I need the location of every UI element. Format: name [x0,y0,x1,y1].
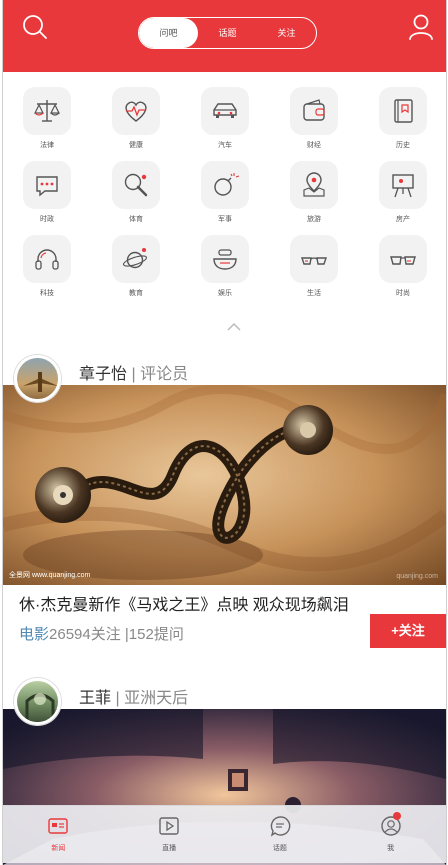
planet-icon [122,248,148,269]
news-icon [48,818,69,834]
category-label: 教育 [129,290,143,297]
category-jiaoyu[interactable]: 教育 [106,235,166,299]
sunglasses-icon [390,256,416,265]
chat-bubble-icon [36,176,58,197]
ping-pong-icon [124,173,148,197]
category-label: 汽车 [218,142,232,149]
category-label: 时政 [40,216,54,223]
tab-guanzhu[interactable]: 关注 [257,18,316,48]
follow-button[interactable]: +关注 [370,614,446,648]
tab-label: 新闻 [51,845,66,852]
tab-label: 我 [387,845,395,852]
category-label: 历史 [396,142,410,149]
tab-label: 话题 [272,845,287,852]
author-separator: | [131,366,136,383]
chevron-up-icon[interactable] [226,321,242,333]
image-watermark: 全景网 www.quanjing.com [9,572,91,579]
category-label: 健康 [129,142,143,149]
category-shenghuo[interactable]: 生活 [284,235,344,299]
scales-icon [34,100,60,122]
book-icon [394,99,413,123]
easel-icon [392,174,414,198]
post-questions: |152提问 [124,626,184,643]
category-jiankang[interactable]: 健康 [106,87,166,151]
category-falv[interactable]: 法律 [17,87,77,151]
bomb-icon [214,173,240,196]
author-separator: | [115,690,120,707]
author-role: 亚洲天后 [124,690,189,707]
headphones-icon [35,249,59,270]
category-lishi[interactable]: 历史 [373,87,433,151]
category-junshi[interactable]: 军事 [195,161,255,225]
tab-news[interactable]: 新闻 [3,806,114,863]
top-segmented-tabs: 问吧 话题 关注 [138,17,317,49]
post-author: 王菲 | 亚洲天后 [79,684,188,708]
bottom-tab-bar: 新闻 直播 话题 我 [3,805,446,863]
post-title[interactable]: 休·杰克曼新作《马戏之王》点映 观众现场飙泪 [19,591,349,615]
bowl-icon [213,249,237,270]
category-yule[interactable]: 娱乐 [195,235,255,299]
category-label: 生活 [307,290,321,297]
author-name[interactable]: 章子怡 [79,366,127,383]
author-name[interactable]: 王菲 [79,690,111,707]
wallet-icon [303,99,325,121]
post-author: 章子怡 | 评论员 [79,360,188,384]
category-shizheng[interactable]: 时政 [17,161,77,225]
car-icon [213,103,237,118]
tab-label: 直播 [162,845,177,852]
film-reel-image [3,385,446,585]
tab-topic[interactable]: 话题 [225,806,336,863]
post-followers: 26594关注 [49,626,121,643]
category-caijing[interactable]: 财经 [284,87,344,151]
avatar[interactable] [14,355,61,402]
tab-huati[interactable]: 话题 [198,18,257,48]
glasses-icon [301,257,327,265]
author-role: 评论员 [140,366,189,383]
post-meta: 电影26594关注 |152提问 [19,623,184,644]
category-label: 旅游 [307,216,321,223]
top-bar: 问吧 话题 关注 [3,0,446,72]
category-label: 房产 [396,216,410,223]
right-border [446,0,447,865]
category-label: 体育 [129,216,143,223]
category-lvyou[interactable]: 旅游 [284,161,344,225]
avatar[interactable] [14,678,61,725]
image-watermark-right: quanjing.com [396,573,438,580]
topic-bubble-icon [270,816,291,837]
category-fangchan[interactable]: 房产 [373,161,433,225]
map-pin-icon [303,172,325,197]
category-label: 科技 [40,290,54,297]
tab-wenba[interactable]: 问吧 [139,18,198,48]
tab-me[interactable]: 我 [335,806,446,863]
category-shishang[interactable]: 时尚 [373,235,433,299]
category-qiche[interactable]: 汽车 [195,87,255,151]
post-tag[interactable]: 电影 [19,626,49,643]
category-label: 娱乐 [218,290,232,297]
category-label: 财经 [307,142,321,149]
category-tiyu[interactable]: 体育 [106,161,166,225]
category-label: 军事 [218,216,232,223]
play-icon [159,817,179,835]
post-image[interactable]: 全景网 www.quanjing.com quanjing.com [3,385,446,585]
category-keji[interactable]: 科技 [17,235,77,299]
tab-live[interactable]: 直播 [114,806,225,863]
search-icon[interactable] [20,12,50,42]
user-icon[interactable] [406,12,436,42]
heartbeat-icon [125,101,147,122]
category-label: 法律 [40,142,54,149]
category-label: 时尚 [396,290,410,297]
